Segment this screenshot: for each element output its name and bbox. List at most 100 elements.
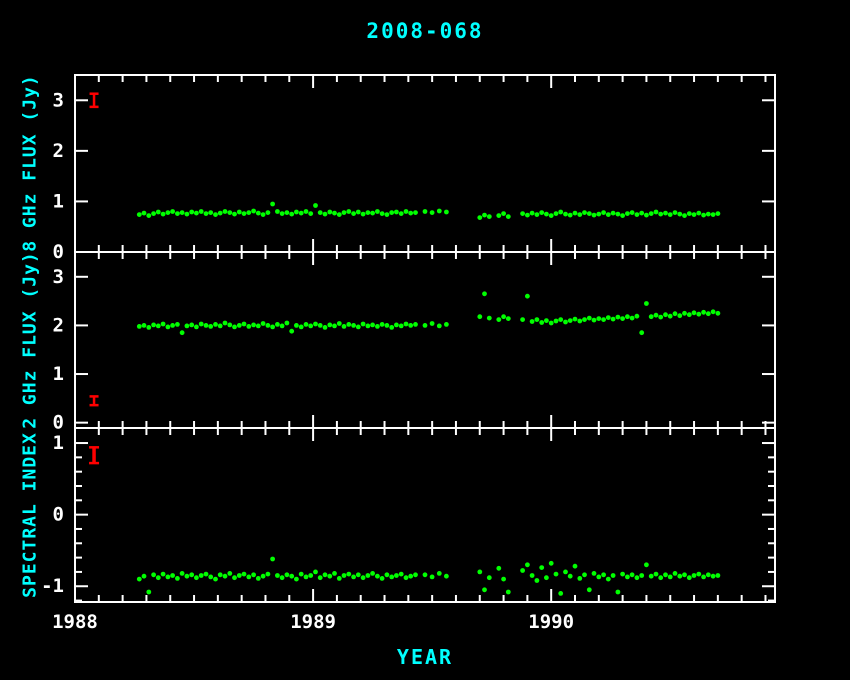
data-point [151,211,156,216]
y-tick-label: 2 [53,314,64,336]
data-point [692,310,697,315]
data-point [227,571,232,576]
data-point [506,214,511,219]
data-point [142,323,147,328]
data-point [535,317,540,322]
data-point [430,210,435,215]
data-point [606,577,611,582]
data-point [323,325,328,330]
y-tick-label: 3 [53,89,64,111]
data-point [444,210,449,215]
data-point [142,574,147,579]
data-point [389,575,394,580]
data-point [266,572,271,577]
data-point [477,570,482,575]
data-point [663,572,668,577]
data-point [232,325,237,330]
data-point [275,573,280,578]
data-point [577,212,582,217]
data-point [318,210,323,215]
plot-svg: 01230123-101198819891990 [0,0,850,680]
data-point [606,212,611,217]
data-point [673,210,678,215]
data-point [654,210,659,215]
data-point [137,324,142,329]
data-point [423,572,428,577]
data-point [616,212,621,217]
light-curve-figure: 01230123-101198819891990 2008-068 8 GHz … [0,0,850,680]
data-point [304,575,309,580]
data-point [687,312,692,317]
data-point [151,323,156,328]
data-point [318,575,323,580]
data-point [711,212,716,217]
x-tick-label: 1989 [290,611,336,633]
data-point [573,317,578,322]
data-point [285,321,290,326]
data-point [644,562,649,567]
data-point [668,575,673,580]
data-point [587,316,592,321]
data-point [630,210,635,215]
data-point [351,323,356,328]
data-point [639,211,644,216]
data-point [525,213,530,218]
data-point [658,315,663,320]
data-point [346,322,351,327]
data-point [716,573,721,578]
data-point [266,210,271,215]
data-point [525,294,530,299]
data-point [342,210,347,215]
data-point [677,212,682,217]
panel-frame [75,252,775,428]
data-point [563,320,568,325]
data-point [563,212,568,217]
data-point [280,575,285,580]
data-point [218,572,223,577]
data-point [606,315,611,320]
data-point [582,317,587,322]
data-point [696,312,701,317]
data-point [337,212,342,217]
data-point [289,574,294,579]
data-point [237,323,242,328]
y-tick-label: 1 [53,190,64,212]
data-point [525,562,530,567]
data-point [544,212,549,217]
data-point [327,323,332,328]
data-point [142,211,147,216]
data-point [696,572,701,577]
data-point [620,213,625,218]
data-point [342,573,347,578]
data-point [199,209,204,214]
data-point [189,210,194,215]
data-point [204,572,209,577]
data-point [156,210,161,215]
data-point [242,322,247,327]
data-point [496,317,501,322]
data-point [408,574,413,579]
data-point [375,574,380,579]
data-point [137,577,142,582]
data-point [223,209,228,214]
data-point [166,575,171,580]
data-point [261,321,266,326]
y-tick-label: 0 [53,504,64,526]
data-point [261,574,266,579]
data-point [337,321,342,326]
data-point [582,210,587,215]
data-point [399,572,404,577]
data-point [423,323,428,328]
data-point [327,574,332,579]
data-point [630,316,635,321]
data-point [385,323,390,328]
data-point [137,212,142,217]
data-point [380,211,385,216]
data-point [289,212,294,217]
data-point [635,314,640,319]
data-point [223,321,228,326]
data-point [199,322,204,327]
data-point [170,209,175,214]
data-point [208,324,213,329]
data-point [404,575,409,580]
